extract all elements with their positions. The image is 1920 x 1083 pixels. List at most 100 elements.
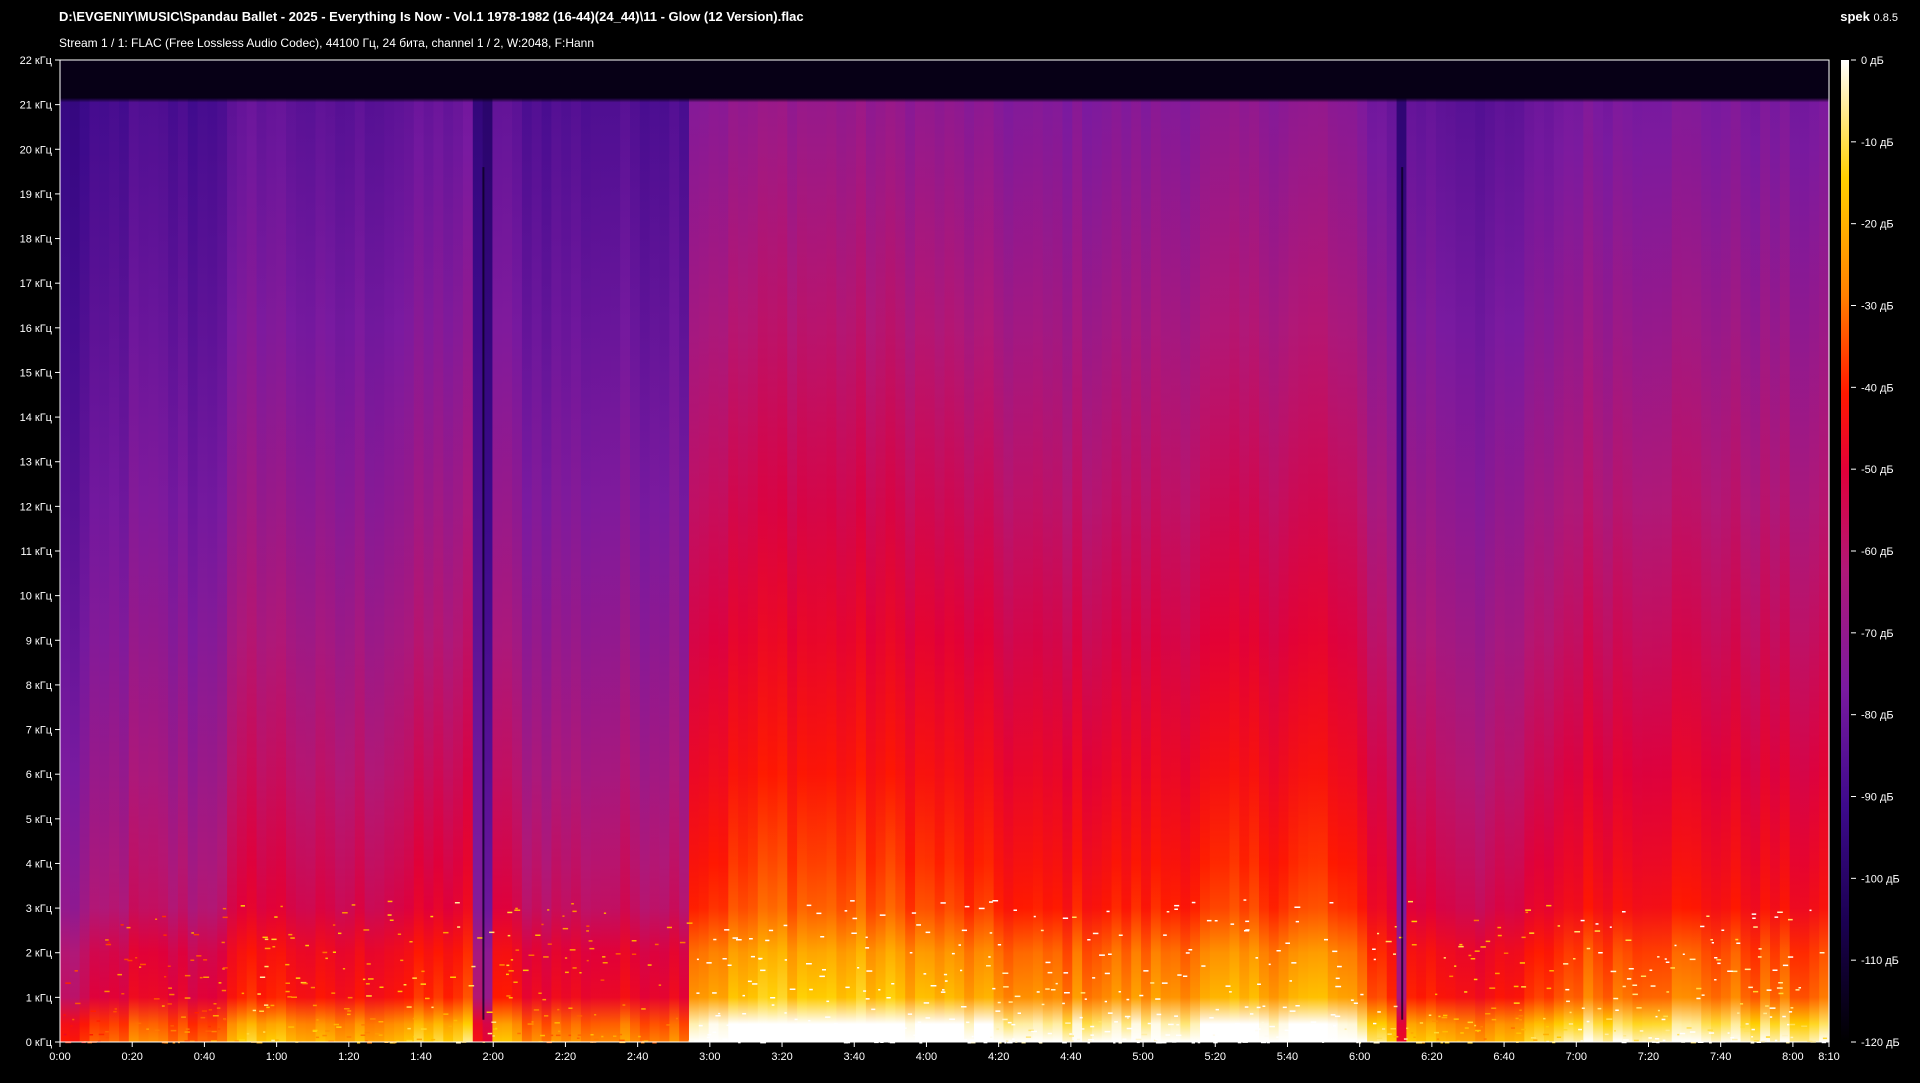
harmonic-dot (1459, 943, 1463, 946)
harmonic-dot (833, 1023, 838, 1025)
harmonic-dot (555, 1034, 561, 1037)
harmonic-dot (712, 1031, 717, 1034)
harmonic-dot (1748, 986, 1753, 989)
frequency-tick-label: 11 кГц (20, 546, 52, 558)
harmonic-dot (1464, 1027, 1469, 1029)
harmonic-dot (615, 953, 621, 955)
harmonic-dot (808, 1020, 811, 1022)
harmonic-dot (117, 973, 122, 976)
spectrogram-column (698, 60, 710, 1042)
frequency-tick-label: 13 кГц (20, 457, 53, 469)
harmonic-dot (1176, 1040, 1179, 1042)
harmonic-dot (1284, 1029, 1289, 1032)
harmonic-dot (288, 933, 293, 936)
harmonic-dot (1717, 962, 1721, 965)
harmonic-dot (366, 963, 371, 965)
harmonic-dot (569, 949, 576, 951)
harmonic-dot (1090, 1025, 1095, 1028)
time-tick-label: 7:00 (1566, 1051, 1587, 1063)
harmonic-dot (1632, 993, 1638, 996)
frequency-tick-label: 15 кГц (20, 367, 53, 379)
spectrogram-column (571, 60, 582, 1042)
harmonic-dot (285, 982, 290, 984)
harmonic-dot (594, 1014, 597, 1016)
harmonic-dot (1062, 917, 1069, 919)
harmonic-dot (1594, 930, 1601, 932)
harmonic-dot (558, 1030, 561, 1033)
harmonic-dot (1014, 995, 1021, 998)
spectrogram-column (757, 60, 769, 1042)
harmonic-dot (1562, 1029, 1568, 1031)
harmonic-dot (366, 995, 372, 997)
spectrogram-column (934, 60, 946, 1042)
spectrogram-column (708, 60, 720, 1042)
harmonic-dot (1661, 1018, 1666, 1021)
spectrogram-column (1082, 60, 1093, 1042)
time-tick-label: 5:00 (1132, 1051, 1153, 1063)
harmonic-dot (1031, 1030, 1037, 1033)
harmonic-dot (72, 1018, 75, 1021)
harmonic-dot (208, 1025, 211, 1028)
harmonic-dot (342, 968, 346, 970)
frequency-tick-label: 16 кГц (20, 323, 53, 335)
harmonic-dot (1657, 956, 1660, 958)
spectrogram-column (1200, 60, 1211, 1042)
harmonic-dot (619, 1039, 625, 1042)
spectrogram-column (816, 60, 828, 1042)
harmonic-dot (1454, 965, 1457, 967)
time-tick-label: 8:10 (1818, 1051, 1839, 1063)
harmonic-dot (588, 940, 593, 942)
spectrogram-column (688, 60, 700, 1042)
spectrogram-column (1563, 60, 1575, 1042)
frequency-tick-label: 22 кГц (20, 55, 53, 67)
harmonic-dot (167, 1003, 172, 1005)
harmonic-dot (1666, 991, 1670, 993)
harmonic-dot (264, 1004, 269, 1006)
harmonic-dot (1609, 926, 1612, 928)
harmonic-dot (1377, 1011, 1381, 1013)
harmonic-dot (666, 926, 672, 929)
harmonic-dot (322, 951, 328, 954)
harmonic-dot (397, 990, 403, 993)
harmonic-dot (443, 931, 449, 934)
harmonic-dot (736, 1025, 742, 1027)
harmonic-dot (777, 1036, 784, 1039)
harmonic-dot (852, 917, 858, 920)
harmonic-dot (1565, 988, 1570, 991)
harmonic-dot (978, 907, 985, 910)
harmonic-dot (325, 1030, 330, 1032)
frequency-tick-label: 18 кГц (20, 234, 53, 246)
harmonic-dot (1161, 982, 1168, 984)
harmonic-dot (1519, 1009, 1522, 1011)
harmonic-dot (1335, 985, 1342, 988)
harmonic-dot (1382, 1028, 1386, 1030)
time-tick-label: 4:20 (988, 1051, 1009, 1063)
spectrogram-column (777, 60, 788, 1042)
harmonic-dot (1774, 916, 1779, 918)
harmonic-dot (1040, 929, 1044, 932)
harmonic-dot (1788, 1011, 1793, 1013)
harmonic-dot (1515, 1017, 1519, 1020)
harmonic-dot (1735, 938, 1739, 941)
harmonic-dot (1765, 1005, 1769, 1007)
spectrogram-column (1337, 60, 1349, 1042)
harmonic-dot (107, 941, 111, 944)
spectrogram-column (964, 60, 975, 1042)
harmonic-dot (722, 1038, 728, 1040)
frequency-axis: 0 кГц 1 кГц 2 кГц 3 кГц 4 кГц 5 кГц 6 кГц 7 кГц… (20, 55, 60, 1049)
harmonic-dot (943, 973, 948, 976)
harmonic-dot (1041, 1003, 1045, 1006)
harmonic-dot (617, 1033, 623, 1036)
time-tick-label: 6:40 (1493, 1051, 1514, 1063)
time-tick-label: 8:00 (1782, 1051, 1803, 1063)
harmonic-dot (364, 1031, 370, 1034)
spectrogram-column (345, 60, 356, 1042)
spectrogram-column (99, 60, 110, 1042)
harmonic-dot (747, 980, 752, 983)
time-tick-label: 2:20 (555, 1051, 576, 1063)
spectrogram-column (1180, 60, 1191, 1042)
spectrogram-column (207, 60, 218, 1042)
silence-line (482, 167, 485, 1020)
harmonic-dot (312, 1029, 318, 1032)
spectrogram-column (1288, 60, 1299, 1042)
